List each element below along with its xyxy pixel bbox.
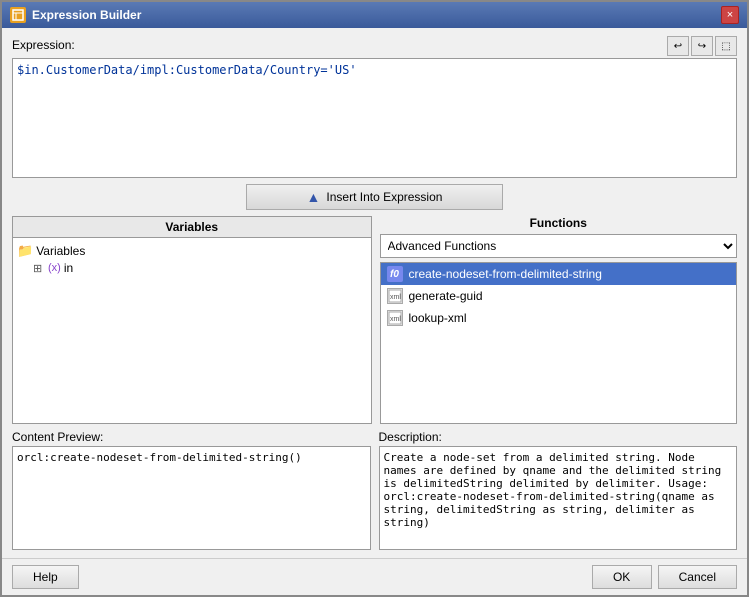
content-preview-label: Content Preview: xyxy=(12,430,371,444)
footer-right: OK Cancel xyxy=(592,565,737,589)
functions-panel: Functions Advanced Functions f0 create-no… xyxy=(380,216,738,424)
title-bar: Expression Builder × xyxy=(2,2,747,28)
function-name-label: lookup-xml xyxy=(409,311,467,325)
close-button[interactable]: × xyxy=(721,6,739,24)
content-preview-textarea[interactable] xyxy=(12,446,371,550)
functions-list: f0 create-nodeset-from-delimited-string xm… xyxy=(380,262,738,424)
functions-panel-header: Functions xyxy=(380,216,738,230)
function-xml-icon: xml xyxy=(387,310,403,326)
copy-icon: ⬚ xyxy=(721,41,730,52)
expression-section: Expression: ↩ ↪ ⬚ xyxy=(12,36,737,178)
expression-header: Expression: ↩ ↪ ⬚ xyxy=(12,36,737,56)
undo-button[interactable]: ↩ xyxy=(667,36,689,56)
in-label: in xyxy=(64,261,73,275)
redo-button[interactable]: ↪ xyxy=(691,36,713,56)
function-name-label: generate-guid xyxy=(409,289,483,303)
title-text: Expression Builder xyxy=(32,8,141,22)
in-tree-item[interactable]: ⊞ (x) in xyxy=(17,260,367,276)
function-item-1[interactable]: xml generate-guid xyxy=(381,285,737,307)
variables-panel-body: 📁 Variables ⊞ (x) in xyxy=(13,238,371,423)
app-icon xyxy=(10,7,26,23)
mid-section: Variables 📁 Variables ⊞ (x) in Functions xyxy=(12,216,737,424)
function-item-2[interactable]: xml lookup-xml xyxy=(381,307,737,329)
svg-text:xml: xml xyxy=(390,316,401,323)
footer: Help OK Cancel xyxy=(2,558,747,595)
undo-icon: ↩ xyxy=(674,41,682,52)
expression-textarea[interactable] xyxy=(12,58,737,178)
toolbar-icons: ↩ ↪ ⬚ xyxy=(667,36,737,56)
insert-button-label: Insert Into Expression xyxy=(326,190,442,204)
svg-text:xml: xml xyxy=(390,294,401,301)
expand-icon: ⊞ xyxy=(33,262,45,275)
folder-icon: 📁 xyxy=(17,243,33,259)
insert-btn-area: ▲ Insert Into Expression xyxy=(12,184,737,210)
description-label: Description: xyxy=(379,430,738,444)
cancel-button[interactable]: Cancel xyxy=(658,565,737,589)
function-fo-icon: f0 xyxy=(387,266,403,282)
help-button[interactable]: Help xyxy=(12,565,79,589)
content-preview-panel: Content Preview: xyxy=(12,430,371,550)
copy-button[interactable]: ⬚ xyxy=(715,36,737,56)
function-xml-icon: xml xyxy=(387,288,403,304)
content-area: Expression: ↩ ↪ ⬚ ▲ Insert xyxy=(2,28,747,558)
variables-root-item: 📁 Variables xyxy=(17,242,367,260)
bottom-section: Content Preview: Description: xyxy=(12,430,737,550)
redo-icon: ↪ xyxy=(698,41,706,52)
variables-root-label: Variables xyxy=(36,244,85,258)
description-panel: Description: xyxy=(379,430,738,550)
ok-button[interactable]: OK xyxy=(592,565,652,589)
insert-into-expression-button[interactable]: ▲ Insert Into Expression xyxy=(246,184,504,210)
expression-label: Expression: xyxy=(12,38,75,52)
functions-dropdown[interactable]: Advanced Functions xyxy=(380,234,738,258)
function-name-label: create-nodeset-from-delimited-string xyxy=(409,267,602,281)
description-textarea xyxy=(379,446,738,550)
var-icon: (x) xyxy=(48,262,61,274)
variables-panel: Variables 📁 Variables ⊞ (x) in xyxy=(12,216,372,424)
insert-arrow-icon: ▲ xyxy=(307,189,321,205)
variables-panel-header: Variables xyxy=(13,217,371,238)
title-bar-left: Expression Builder xyxy=(10,7,141,23)
function-item-0[interactable]: f0 create-nodeset-from-delimited-string xyxy=(381,263,737,285)
expression-builder-window: Expression Builder × Expression: ↩ ↪ ⬚ xyxy=(0,0,749,597)
